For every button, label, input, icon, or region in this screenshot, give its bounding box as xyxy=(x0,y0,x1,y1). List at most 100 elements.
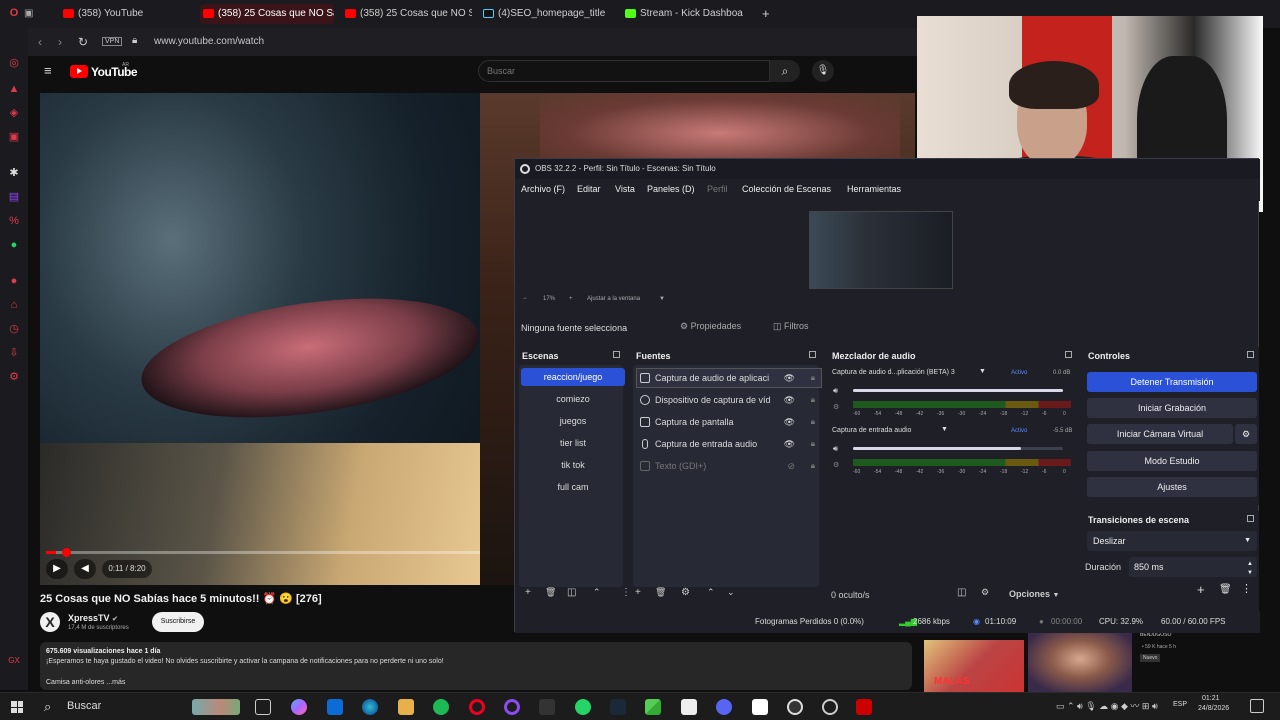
mixer-settings-icon[interactable]: ⚙ xyxy=(833,403,839,411)
menu-profile[interactable]: Perfil xyxy=(707,184,728,194)
lock-icon[interactable]: 🔒︎ xyxy=(811,369,815,387)
transition-select[interactable]: Deslizar ▼ xyxy=(1087,531,1257,551)
eye-icon[interactable]: 👁︎ xyxy=(784,369,795,387)
move-down-icon[interactable]: ⌄ xyxy=(727,587,735,598)
twitch-icon[interactable]: ▤ xyxy=(7,190,21,204)
stepper-down-icon[interactable]: ▼ xyxy=(1247,563,1253,583)
channel-avatar[interactable]: X xyxy=(40,612,60,632)
undock-icon[interactable] xyxy=(809,351,816,358)
search-input[interactable]: Buscar xyxy=(478,60,770,82)
extension-icon[interactable]: % xyxy=(7,214,21,228)
undock-icon[interactable] xyxy=(613,351,620,358)
app-icon[interactable] xyxy=(822,699,838,715)
video-progress-bar[interactable] xyxy=(46,548,480,557)
layout-icon[interactable]: ◫ xyxy=(957,587,966,598)
clock-time[interactable]: 01:21 xyxy=(1202,695,1220,702)
move-up-icon[interactable]: ⌃ xyxy=(707,587,715,598)
volume-slider[interactable] xyxy=(853,447,1063,450)
scene-filters-icon[interactable]: ◫ xyxy=(567,587,576,598)
progress-scrubber[interactable] xyxy=(62,548,71,557)
eye-icon[interactable]: 👁︎ xyxy=(784,435,795,453)
obs-titlebar[interactable]: OBS 32.2.2 - Perfil: Sin Título - Escena… xyxy=(515,159,1260,179)
steam-icon[interactable] xyxy=(610,699,626,715)
undock-icon[interactable] xyxy=(1065,351,1072,358)
speaker-icon[interactable]: 🔊︎ xyxy=(833,444,838,454)
recommended-thumbnail[interactable] xyxy=(1028,632,1132,692)
lock-icon[interactable]: 🔒︎ xyxy=(811,457,815,475)
settings-icon[interactable]: ⚙ xyxy=(7,370,21,384)
reload-icon[interactable]: ↻ xyxy=(78,35,88,49)
opera-air-icon[interactable] xyxy=(504,699,520,715)
source-item[interactable]: Captura de audio de aplicaci 👁︎ 🔒︎ xyxy=(636,368,822,388)
back-icon[interactable]: ‹ xyxy=(38,35,42,49)
eye-icon[interactable]: 👁︎ xyxy=(784,391,795,409)
undock-icon[interactable] xyxy=(1247,515,1254,522)
messenger-icon[interactable]: ◈ xyxy=(7,106,21,120)
chatgpt-icon[interactable]: ✱ xyxy=(7,166,21,180)
gear-icon[interactable]: ⚙ xyxy=(681,587,690,598)
lock-icon[interactable]: 🔒︎ xyxy=(811,413,815,431)
tab-youtube-home[interactable]: (358) YouTube xyxy=(60,4,190,24)
add-transition-icon[interactable]: + xyxy=(1197,582,1205,597)
youtube-logo-icon[interactable] xyxy=(70,65,88,78)
epic-games-icon[interactable] xyxy=(539,699,555,715)
zoom-in-icon[interactable]: + xyxy=(569,296,573,302)
lock-icon[interactable]: 🔒︎ xyxy=(811,391,815,409)
speaker-icon[interactable]: 🔊︎ xyxy=(833,386,838,396)
menu-icon[interactable]: ≡ xyxy=(44,63,52,78)
music-player-icon[interactable]: ● xyxy=(7,274,21,288)
source-item[interactable]: Dispositivo de captura de víd 👁︎ 🔒︎ xyxy=(637,391,821,409)
taskbar-search[interactable]: Buscar xyxy=(67,700,101,712)
scene-item[interactable]: juegos xyxy=(521,412,625,430)
crypto-wallet-icon[interactable]: ▲ xyxy=(7,82,21,96)
aria-icon[interactable]: ◎ xyxy=(7,56,21,70)
search-icon[interactable]: ⌕ xyxy=(44,699,51,715)
add-source-icon[interactable]: + xyxy=(635,587,641,598)
move-up-icon[interactable]: ⌃ xyxy=(593,587,601,598)
notepad-icon[interactable] xyxy=(681,699,697,715)
more-icon[interactable]: ⋮ xyxy=(1241,582,1252,595)
history-icon[interactable]: ◷ xyxy=(7,322,21,336)
pinboard-icon[interactable]: ⌂ xyxy=(7,298,21,312)
chevron-down-icon[interactable]: ▼ xyxy=(941,426,948,433)
eye-hidden-icon[interactable]: ⊘ xyxy=(787,457,795,475)
discord-icon[interactable] xyxy=(716,699,732,715)
advanced-audio-icon[interactable]: ⚙ xyxy=(981,587,989,598)
copilot-icon[interactable] xyxy=(291,699,307,715)
video-description[interactable]: 675.609 visualizaciones hace 1 día ¡Espe… xyxy=(40,642,912,690)
forward-icon[interactable]: › xyxy=(58,35,62,49)
menu-docks[interactable]: Paneles (D) xyxy=(647,184,695,194)
trash-icon[interactable]: 🗑︎ xyxy=(655,587,666,598)
properties-button[interactable]: ⚙ Propiedades xyxy=(680,321,741,332)
chevron-down-icon[interactable]: ▼ xyxy=(659,296,665,302)
whatsapp-icon[interactable] xyxy=(575,699,591,715)
notion-icon[interactable] xyxy=(752,699,768,715)
trash-icon[interactable]: 🗑︎ xyxy=(1219,584,1232,595)
menu-edit[interactable]: Editar xyxy=(577,184,601,194)
studio-mode-button[interactable]: Modo Estudio xyxy=(1087,451,1257,471)
tab-menu-icon[interactable]: ▣ xyxy=(18,4,38,24)
gear-icon[interactable]: ⚙ xyxy=(1235,424,1257,444)
subscribe-button[interactable]: Suscribirse xyxy=(152,612,204,632)
language-indicator[interactable]: ESP xyxy=(1173,701,1187,708)
windows-start-icon[interactable] xyxy=(11,701,23,713)
recommended-thumbnail[interactable]: MALAS xyxy=(924,640,1024,692)
chevron-down-icon[interactable]: ▼ xyxy=(979,368,986,375)
obs-icon[interactable] xyxy=(787,699,803,715)
volume-icon[interactable]: ◀︎ xyxy=(74,559,96,579)
eye-icon[interactable]: 👁︎ xyxy=(784,413,795,431)
new-tab-button[interactable]: + xyxy=(758,4,778,24)
notification-icon[interactable] xyxy=(1250,699,1264,713)
video-player[interactable] xyxy=(40,93,480,585)
youtube-logo[interactable]: YouTube xyxy=(91,65,138,79)
gx-icon[interactable]: GX xyxy=(7,654,21,668)
menu-file[interactable]: Archivo (F) xyxy=(521,184,565,194)
play-icon[interactable]: ▶ xyxy=(46,559,68,579)
stop-stream-button[interactable]: Detener Transmisión xyxy=(1087,372,1257,392)
opera-gx-icon[interactable] xyxy=(469,699,485,715)
spotify-icon[interactable] xyxy=(433,699,449,715)
tab-video-active[interactable]: (358) 25 Cosas que NO Sa xyxy=(200,4,334,24)
scene-item[interactable]: tik tok xyxy=(521,456,625,474)
file-explorer-icon[interactable] xyxy=(398,699,414,715)
source-item[interactable]: Captura de entrada audio 👁︎ 🔒︎ xyxy=(637,435,821,453)
